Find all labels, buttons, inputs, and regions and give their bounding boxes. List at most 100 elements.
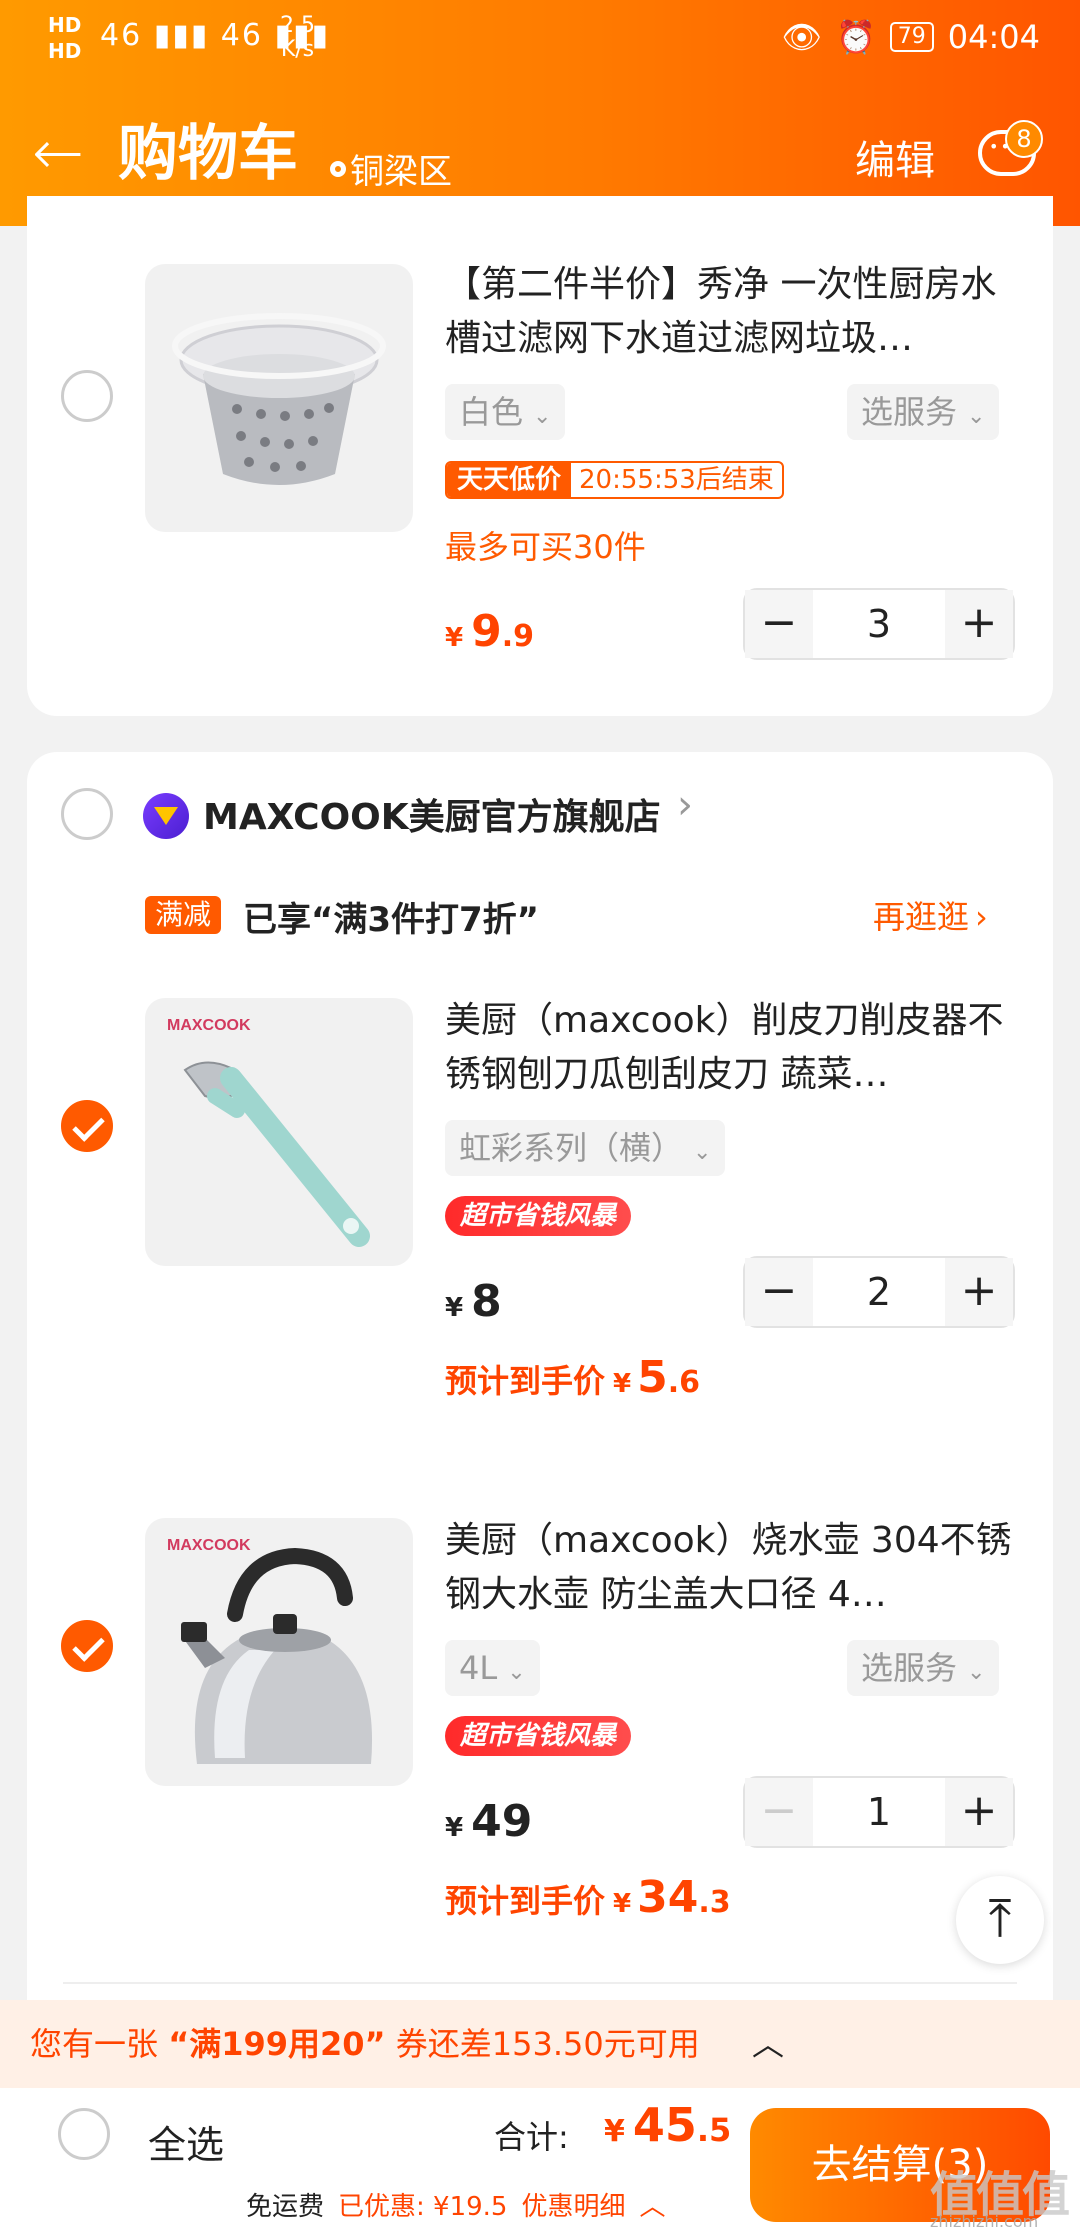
chevron-down-icon: ⌄ bbox=[507, 1660, 526, 1685]
status-right: 👁 ⏰ 79 04:04 bbox=[781, 18, 1040, 56]
product-title[interactable]: 美厨（maxcook）削皮刀削皮器不锈钢刨刀瓜刨刮皮刀 蔬菜… bbox=[445, 994, 1015, 1102]
product-image-peeler[interactable]: MAXCOOK bbox=[145, 998, 413, 1266]
promo-tag: 满减 bbox=[145, 896, 222, 934]
estimated-integer: 34 bbox=[637, 1872, 699, 1923]
store-checkbox[interactable] bbox=[61, 788, 113, 840]
chevron-up-icon[interactable]: ︿ bbox=[752, 2000, 784, 2088]
sku-selector[interactable]: 虹彩系列（横） ⌄ bbox=[445, 1120, 726, 1176]
sku-label: 4L bbox=[459, 1649, 498, 1687]
coupon-suffix: 券还差153.50元可用 bbox=[395, 2025, 700, 2063]
decrement-button[interactable]: − bbox=[745, 1258, 813, 1326]
coupon-prefix: 您有一张 bbox=[30, 2025, 159, 2063]
browse-more-link[interactable]: 再逛逛 › bbox=[873, 892, 988, 938]
service-selector[interactable]: 选服务 ⌄ bbox=[847, 384, 1000, 440]
price-currency: ¥ bbox=[445, 1813, 464, 1843]
brand-logo-text: MAXCOOK bbox=[167, 1537, 251, 1554]
product-title[interactable]: 美厨（maxcook）烧水壶 304不锈钢大水壶 防尘盖大口径 4… bbox=[445, 1514, 1015, 1622]
countdown-text: 20:55:53后结束 bbox=[579, 465, 774, 495]
discount-amount: 已优惠: ¥19.5 bbox=[338, 2192, 508, 2222]
status-hd: HD HD bbox=[48, 12, 81, 64]
promo-badge: 超市省钱风暴 bbox=[445, 1716, 631, 1756]
chevron-down-icon: ⌄ bbox=[967, 404, 986, 429]
peeler-image: MAXCOOK bbox=[167, 1017, 370, 1247]
price-currency: ¥ bbox=[445, 623, 464, 653]
price-integer: 8 bbox=[471, 1276, 502, 1327]
decrement-button[interactable]: − bbox=[745, 590, 813, 658]
sku-selector[interactable]: 4L ⌄ bbox=[445, 1640, 540, 1696]
location-pin-icon bbox=[330, 160, 346, 177]
back-arrow-icon[interactable]: ← bbox=[32, 118, 84, 188]
price-currency: ¥ bbox=[613, 1889, 632, 1919]
cart-item-card: 【第二件半价】秀净 一次性厨房水槽过滤网下水道过滤网垃圾… 白色 ⌄ 选服务 ⌄ 天… bbox=[27, 196, 1053, 716]
sku-label: 虹彩系列（横） bbox=[459, 1129, 684, 1167]
coupon-text: 您有一张 “满199用20” 券还差153.50元可用 bbox=[30, 2000, 700, 2088]
quantity-stepper: − 2 + bbox=[743, 1256, 1015, 1328]
price-integer: 9 bbox=[471, 606, 502, 657]
decrement-button[interactable]: − bbox=[745, 1778, 813, 1846]
quantity-value[interactable]: 2 bbox=[813, 1258, 945, 1326]
header-bar: HD HD 46 ▮▮▮ 46 ▮▮▮ 2.5 K/s 👁 ⏰ 79 04:04… bbox=[0, 0, 1080, 226]
product-title[interactable]: 【第二件半价】秀净 一次性厨房水槽过滤网下水道过滤网垃圾… bbox=[445, 258, 1015, 366]
quantity-value[interactable]: 3 bbox=[813, 590, 945, 658]
quantity-value[interactable]: 1 bbox=[813, 1778, 945, 1846]
purchase-limit: 最多可买30件 bbox=[445, 528, 646, 566]
deal-countdown-tag: 天天低价 20:55:53后结束 bbox=[445, 461, 784, 499]
item-checkbox-checked[interactable] bbox=[61, 1620, 113, 1672]
product-image-sink-strainer[interactable] bbox=[145, 264, 413, 532]
brand-logo-text: MAXCOOK bbox=[167, 1017, 251, 1034]
watermark-url: zhizhizhi.com bbox=[930, 2212, 1039, 2231]
price-decimal: .9 bbox=[501, 619, 534, 654]
total-amount: ¥45.5 bbox=[604, 2098, 731, 2152]
item-checkbox-checked[interactable] bbox=[61, 1100, 113, 1152]
item-checkbox[interactable] bbox=[61, 370, 113, 422]
divider bbox=[63, 1982, 1017, 1984]
sku-selector[interactable]: 白色 ⌄ bbox=[445, 384, 566, 440]
price-currency: ¥ bbox=[613, 1369, 632, 1399]
item-price: ¥49 bbox=[445, 1796, 532, 1847]
total-decimal: .5 bbox=[696, 2111, 732, 2149]
chevron-up-icon: ︿ bbox=[639, 2192, 666, 2222]
hd1-indicator: HD bbox=[48, 13, 82, 37]
deal-tag-label: 天天低价 bbox=[447, 463, 572, 497]
estimated-integer: 5 bbox=[637, 1352, 668, 1403]
increment-button[interactable]: + bbox=[945, 590, 1013, 658]
estimated-decimal: .6 bbox=[667, 1365, 701, 1400]
hd2-indicator: HD bbox=[48, 39, 82, 63]
chevron-right-icon[interactable]: › bbox=[677, 782, 693, 828]
promo-badge: 超市省钱风暴 bbox=[445, 1196, 631, 1236]
back-to-top-icon[interactable]: ⤒ bbox=[956, 1876, 1044, 1964]
increment-button[interactable]: + bbox=[945, 1778, 1013, 1846]
quantity-stepper: − 3 + bbox=[743, 588, 1015, 660]
store-logo-icon bbox=[143, 793, 189, 839]
page-title: 购物车 bbox=[118, 119, 298, 189]
free-shipping-label: 免运费 bbox=[246, 2192, 325, 2222]
estimated-price-label: 预计到手价 bbox=[445, 1362, 606, 1400]
total-currency: ¥ bbox=[604, 2114, 625, 2149]
chevron-down-icon: ⌄ bbox=[533, 404, 552, 429]
product-image-kettle[interactable]: MAXCOOK bbox=[145, 1518, 413, 1786]
service-selector[interactable]: 选服务 ⌄ bbox=[847, 1640, 1000, 1696]
estimated-price-label: 预计到手价 bbox=[445, 1882, 606, 1920]
discount-summary[interactable]: 免运费 已优惠: ¥19.5 优惠明细 ︿ bbox=[246, 2186, 666, 2223]
store-group-card: MAXCOOK美厨官方旗舰店 › 满减 已享“满3件打7折” 再逛逛 › MAXC… bbox=[27, 752, 1053, 2052]
net-speed-unit: K/s bbox=[280, 37, 315, 62]
store-name[interactable]: MAXCOOK美厨官方旗舰店 bbox=[203, 788, 661, 840]
item-price: ¥8 bbox=[445, 1276, 502, 1327]
select-all-checkbox[interactable] bbox=[58, 2108, 110, 2160]
service-label: 选服务 bbox=[861, 1649, 958, 1687]
coupon-bar[interactable]: 您有一张 “满199用20” 券还差153.50元可用 ︿ bbox=[0, 2000, 1080, 2088]
bottom-checkout-bar: 全选 合计: ¥45.5 免运费 已优惠: ¥19.5 优惠明细 ︿ 去结算(3) bbox=[0, 2088, 1080, 2240]
alarm-icon: ⏰ bbox=[835, 18, 876, 56]
battery-icon: 79 bbox=[889, 22, 934, 52]
net-speed-value: 2.5 bbox=[280, 13, 315, 38]
clock: 04:04 bbox=[947, 18, 1040, 56]
location-selector[interactable]: 铜梁区 bbox=[330, 144, 452, 193]
price-integer: 49 bbox=[471, 1796, 533, 1847]
chevron-right-icon: › bbox=[975, 898, 988, 936]
select-all-label[interactable]: 全选 bbox=[148, 2114, 224, 2169]
increment-button[interactable]: + bbox=[945, 1258, 1013, 1326]
total-integer: 45 bbox=[632, 2098, 697, 2152]
coupon-name: “满199用20” bbox=[168, 2025, 386, 2063]
edit-button[interactable]: 编辑 bbox=[855, 128, 935, 186]
quantity-stepper: − 1 + bbox=[743, 1776, 1015, 1848]
